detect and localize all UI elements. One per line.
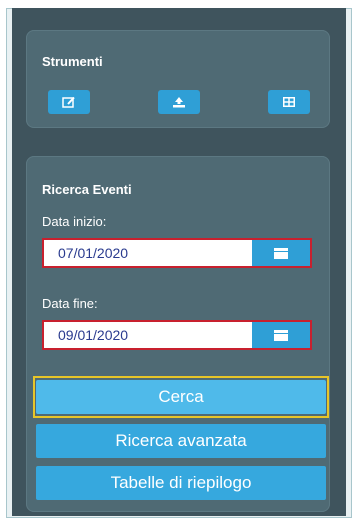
start-date-input[interactable] <box>44 240 252 266</box>
summary-tables-button[interactable]: Tabelle di riepilogo <box>36 466 326 500</box>
edit-button[interactable] <box>48 90 90 114</box>
grid-icon <box>283 97 295 107</box>
start-date-label: Data inizio: <box>42 214 107 229</box>
edit-icon <box>62 96 75 108</box>
search-button[interactable]: Cerca <box>36 380 326 414</box>
tools-title: Strumenti <box>42 54 103 69</box>
calendar-icon <box>274 247 288 259</box>
start-date-field <box>42 238 312 268</box>
end-calendar-button[interactable] <box>252 322 310 348</box>
end-date-field <box>42 320 312 350</box>
tools-card: Strumenti <box>26 30 330 128</box>
calendar-icon <box>274 329 288 341</box>
upload-button[interactable] <box>158 90 200 114</box>
side-panel: Strumenti Ricerca Eventi Data inizio: 07… <box>12 8 346 516</box>
end-date-label: Data fine: <box>42 296 98 311</box>
upload-icon <box>173 97 185 108</box>
start-calendar-button[interactable] <box>252 240 310 266</box>
end-date-input[interactable] <box>44 322 252 348</box>
search-title: Ricerca Eventi <box>42 182 132 197</box>
advanced-search-button[interactable]: Ricerca avanzata <box>36 424 326 458</box>
search-card: Ricerca Eventi Data inizio: Data fine: <box>26 156 330 512</box>
search-button-highlight: Cerca <box>33 376 329 418</box>
grid-button[interactable] <box>268 90 310 114</box>
